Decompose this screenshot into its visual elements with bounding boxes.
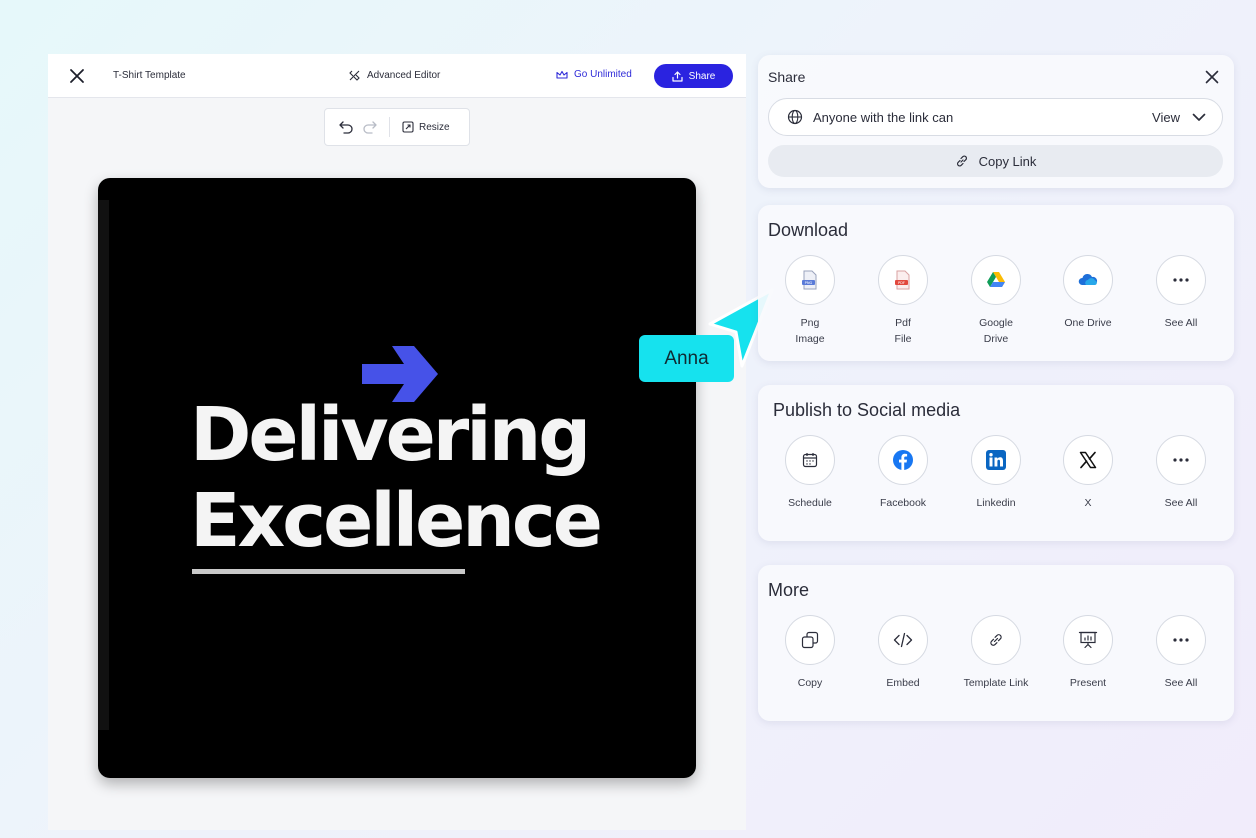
more-template-link-option[interactable]: Template Link xyxy=(951,615,1041,691)
more-item-label: See All xyxy=(1164,677,1198,689)
download-google-drive-option[interactable]: Google Drive xyxy=(951,255,1041,347)
canvas-toolbox: Resize xyxy=(324,108,470,146)
more-dots-icon xyxy=(1156,255,1206,305)
go-unlimited-button[interactable]: Go Unlimited xyxy=(556,69,632,80)
copy-link-label: Copy Link xyxy=(978,153,1037,169)
google-drive-icon xyxy=(971,255,1021,305)
pdf-file-icon: PDF xyxy=(878,255,928,305)
social-item-label: See All xyxy=(1164,497,1198,509)
resize-button[interactable]: Resize xyxy=(402,121,450,133)
template-name: T-Shirt Template xyxy=(113,70,186,81)
headline-line-1: Delivering xyxy=(190,392,591,478)
social-schedule-option[interactable]: Schedule xyxy=(765,435,855,511)
download-png-option[interactable]: PNG Png Image xyxy=(765,255,855,347)
share-button-label: Share xyxy=(688,70,716,82)
toolbox-divider xyxy=(389,117,390,137)
social-item-label: Facebook xyxy=(879,497,927,509)
share-panel: Share Anyone with the link can View Copy… xyxy=(758,55,1234,188)
more-see-all-option[interactable]: See All xyxy=(1136,615,1226,691)
download-item-line1: One Drive xyxy=(1064,317,1112,329)
social-x-option[interactable]: X xyxy=(1043,435,1133,511)
x-logo-icon xyxy=(1063,435,1113,485)
editor-topbar: T-Shirt Template Advanced Editor Go Unli… xyxy=(48,54,746,98)
design-canvas[interactable]: Delivering Excellence xyxy=(98,178,696,778)
download-item-line1: Google xyxy=(979,317,1013,329)
download-panel: Download PNG Png Image PDF Pdf File Goog… xyxy=(758,205,1234,361)
social-options: Schedule Facebook Linkedin X See All xyxy=(758,435,1234,535)
copy-link-button[interactable]: Copy Link xyxy=(768,145,1223,177)
download-item-line1: Png xyxy=(800,317,820,329)
social-title: Publish to Social media xyxy=(773,400,961,420)
headline-line-2: Excellence xyxy=(190,478,603,564)
more-dots-icon xyxy=(1156,435,1206,485)
upload-icon xyxy=(672,70,683,82)
chevron-down-icon xyxy=(1192,113,1206,121)
advanced-editor-label: Advanced Editor xyxy=(367,70,441,81)
download-item-line2: Drive xyxy=(983,333,1009,345)
close-icon[interactable] xyxy=(1205,70,1219,84)
crown-icon xyxy=(556,70,568,79)
svg-text:PDF: PDF xyxy=(898,281,905,285)
advanced-editor-button[interactable]: Advanced Editor xyxy=(348,69,440,82)
more-title: More xyxy=(768,580,810,600)
calendar-icon xyxy=(785,435,835,485)
link-access-label: Anyone with the link can xyxy=(813,109,954,125)
social-see-all-option[interactable]: See All xyxy=(1136,435,1226,511)
more-dots-icon xyxy=(1156,615,1206,665)
more-item-label: Present xyxy=(1069,677,1107,689)
link-icon xyxy=(971,615,1021,665)
download-onedrive-option[interactable]: One Drive xyxy=(1043,255,1133,331)
headline-underline xyxy=(192,569,465,574)
download-item-line2: File xyxy=(894,333,912,345)
link-access-value: View xyxy=(1152,109,1180,125)
canvas-edge-strip xyxy=(98,200,109,730)
download-options: PNG Png Image PDF Pdf File Google Drive xyxy=(758,255,1234,355)
social-item-label: Linkedin xyxy=(976,497,1016,509)
more-options: Copy Embed Template Link Present See All xyxy=(758,615,1234,715)
presentation-icon xyxy=(1063,615,1113,665)
download-see-all-option[interactable]: See All xyxy=(1136,255,1226,331)
undo-icon[interactable] xyxy=(337,118,355,136)
svg-text:PNG: PNG xyxy=(805,281,813,285)
more-embed-option[interactable]: Embed xyxy=(858,615,948,691)
download-item-line1: Pdf xyxy=(895,317,911,329)
download-item-line1: See All xyxy=(1164,317,1198,329)
collaborator-name-tag: Anna xyxy=(639,335,734,382)
editor-window: T-Shirt Template Advanced Editor Go Unli… xyxy=(48,54,746,830)
download-pdf-option[interactable]: PDF Pdf File xyxy=(858,255,948,347)
share-panel-title: Share xyxy=(768,69,806,85)
download-title: Download xyxy=(768,220,849,240)
more-item-label: Embed xyxy=(886,677,920,689)
social-panel: Publish to Social media Schedule Faceboo… xyxy=(758,385,1234,541)
link-access-select[interactable]: Anyone with the link can View xyxy=(768,98,1223,136)
copy-icon xyxy=(785,615,835,665)
social-item-label: Schedule xyxy=(788,497,832,509)
onedrive-icon xyxy=(1063,255,1113,305)
facebook-icon xyxy=(878,435,928,485)
resize-icon xyxy=(402,121,414,133)
more-present-option[interactable]: Present xyxy=(1043,615,1133,691)
link-icon xyxy=(956,155,967,167)
go-unlimited-label: Go Unlimited xyxy=(574,69,632,80)
headline-text: Delivering Excellence xyxy=(190,392,603,564)
tools-icon xyxy=(349,70,360,81)
more-item-label: Copy xyxy=(797,677,823,689)
more-panel: More Copy Embed Template Link Present Se… xyxy=(758,565,1234,721)
globe-icon xyxy=(787,109,803,125)
redo-icon[interactable] xyxy=(361,118,379,136)
resize-label: Resize xyxy=(419,121,450,133)
linkedin-icon xyxy=(971,435,1021,485)
close-icon[interactable] xyxy=(68,67,86,85)
png-file-icon: PNG xyxy=(785,255,835,305)
social-item-label: X xyxy=(1084,497,1092,509)
download-item-line2: Image xyxy=(795,333,825,345)
social-facebook-option[interactable]: Facebook xyxy=(858,435,948,511)
more-copy-option[interactable]: Copy xyxy=(765,615,855,691)
embed-code-icon xyxy=(878,615,928,665)
share-button[interactable]: Share xyxy=(654,64,733,88)
more-item-label: Template Link xyxy=(963,677,1029,689)
social-linkedin-option[interactable]: Linkedin xyxy=(951,435,1041,511)
